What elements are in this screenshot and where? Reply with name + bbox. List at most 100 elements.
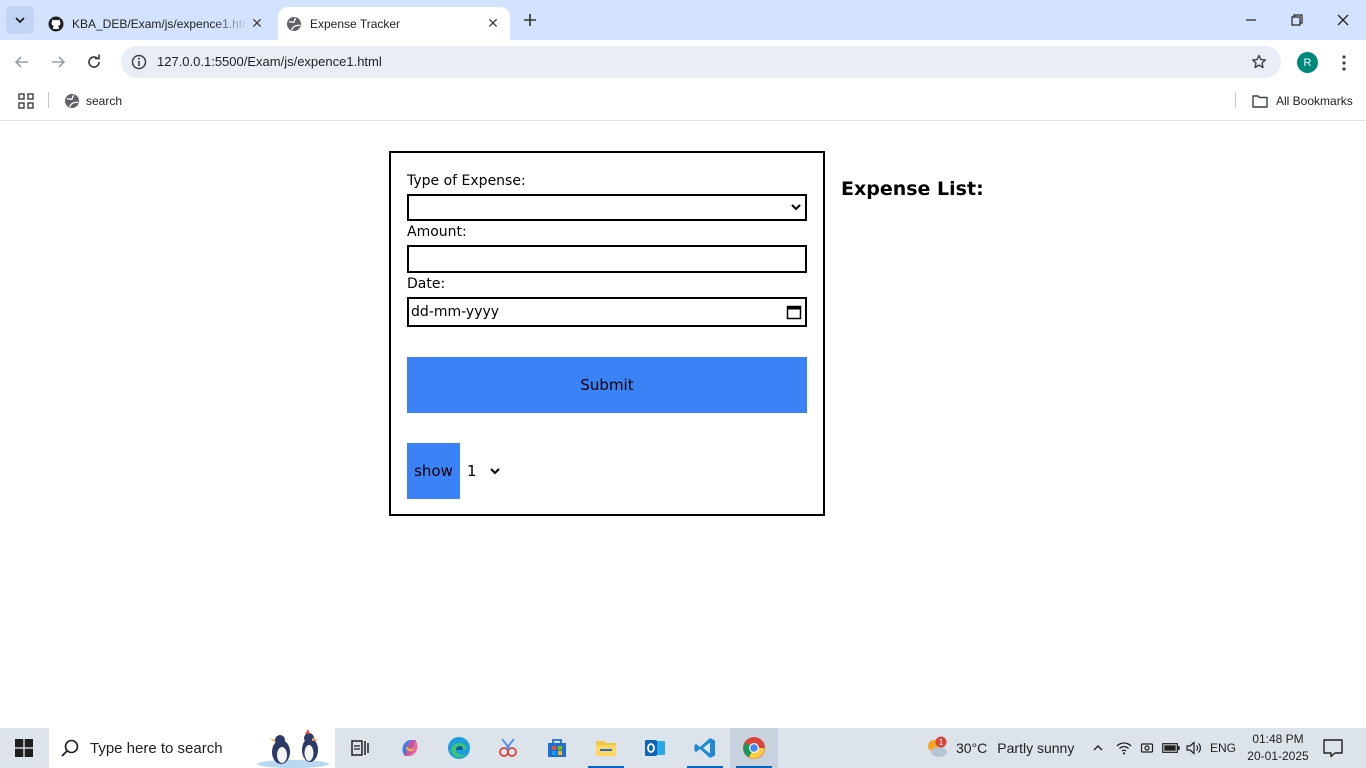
bookmark-star-icon[interactable] [1249, 52, 1269, 72]
date-label: Date: [407, 276, 446, 292]
task-view-button[interactable] [336, 728, 384, 768]
arrow-left-icon [14, 56, 28, 68]
weather-widget[interactable]: 1 30°C Partly sunny [924, 728, 1074, 768]
vscode-icon [694, 738, 715, 758]
site-info-icon[interactable] [127, 50, 151, 74]
all-bookmarks-label: All Bookmarks [1276, 94, 1353, 108]
minimize-button[interactable] [1228, 0, 1274, 40]
penguins-illustration-icon [257, 729, 329, 768]
clock-date: 20-01-2025 [1247, 749, 1309, 763]
snipping-tool-icon [499, 738, 517, 757]
start-button[interactable] [0, 728, 48, 768]
date-input[interactable]: dd-mm-yyyy [407, 297, 807, 327]
close-icon[interactable]: ✕ [484, 15, 502, 33]
page-content: Type of Expense: Amount: Date: dd-mm-yyy… [0, 122, 1366, 728]
tab-strip: KBA_DEB/Exam/js/expence1.html ✕ Expense … [0, 0, 1366, 40]
submit-button[interactable]: Submit [407, 357, 807, 413]
date-placeholder: dd-mm-yyyy [411, 304, 500, 320]
amount-label: Amount: [407, 224, 467, 240]
clock-time: 01:48 PM [1252, 732, 1304, 746]
window-close-button[interactable] [1320, 0, 1366, 40]
tab-search-button[interactable] [6, 6, 34, 34]
all-bookmarks-button[interactable]: All Bookmarks [1252, 91, 1353, 111]
bookmarks-bar: search All Bookmarks [0, 85, 1366, 121]
task-view-icon [351, 740, 369, 756]
globe-icon [65, 94, 79, 108]
restore-button[interactable] [1274, 0, 1320, 40]
profile-avatar[interactable]: R [1297, 52, 1318, 73]
tab-title: KBA_DEB/Exam/js/expence1.html [72, 16, 248, 31]
apps-grid-icon[interactable] [17, 92, 35, 110]
vscode-button[interactable] [681, 728, 729, 768]
weather-condition: Partly sunny [997, 740, 1075, 756]
search-icon [61, 739, 79, 757]
count-value: 1 [467, 462, 477, 480]
chevron-up-icon [1093, 745, 1103, 751]
microsoft-store-icon [548, 739, 566, 757]
expense-form: Type of Expense: Amount: Date: dd-mm-yyy… [389, 151, 825, 516]
chrome-button[interactable] [730, 728, 778, 768]
copilot-button[interactable] [386, 728, 434, 768]
battery-icon [1162, 743, 1180, 753]
meet-now-icon [1140, 743, 1154, 753]
microsoft-store-button[interactable] [533, 728, 581, 768]
menu-button[interactable] [1333, 50, 1355, 76]
calendar-icon[interactable] [786, 304, 802, 320]
type-of-expense-label: Type of Expense: [407, 173, 526, 189]
bookmark-label: search [86, 94, 123, 108]
edge-button[interactable] [435, 728, 483, 768]
copilot-icon [402, 740, 418, 756]
back-button[interactable] [8, 48, 36, 76]
windows-taskbar: Type here to search 1 30°C Partly sunny … [0, 728, 1366, 768]
meet-now-button[interactable] [1137, 728, 1157, 768]
file-explorer-button[interactable] [582, 728, 630, 768]
show-button[interactable]: show [407, 443, 460, 499]
clock[interactable]: 01:48 PM 20-01-2025 [1240, 731, 1316, 765]
bookmark-divider [48, 92, 49, 108]
tab-title: Expense Tracker [310, 16, 401, 31]
address-bar[interactable]: 127.0.0.1:5500/Exam/js/expence1.html [121, 46, 1281, 78]
notifications-icon[interactable] [1322, 737, 1344, 759]
weather-temperature: 30°C [956, 740, 988, 756]
reload-button[interactable] [80, 48, 108, 76]
plus-icon [524, 14, 536, 26]
close-icon[interactable]: ✕ [248, 15, 266, 33]
chevron-down-icon [15, 17, 25, 24]
restore-icon [1291, 14, 1303, 26]
snipping-tool-button[interactable] [484, 728, 532, 768]
minimize-icon [1246, 19, 1256, 21]
browser-toolbar: 127.0.0.1:5500/Exam/js/expence1.html R [0, 40, 1366, 85]
globe-icon [286, 16, 302, 32]
chrome-icon [743, 737, 765, 759]
close-icon [1337, 14, 1349, 26]
battery-button[interactable] [1160, 728, 1182, 768]
wifi-icon [1116, 742, 1132, 755]
language-indicator[interactable]: ENG [1208, 728, 1238, 768]
more-vert-icon [1342, 55, 1346, 71]
show-hidden-icons-button[interactable] [1088, 728, 1108, 768]
file-explorer-icon [596, 741, 616, 756]
speaker-icon [1186, 741, 1201, 755]
url-text[interactable]: 127.0.0.1:5500/Exam/js/expence1.html [157, 54, 382, 69]
folder-icon [1252, 95, 1268, 108]
outlook-icon [645, 740, 665, 756]
chevron-down-icon [489, 468, 500, 475]
amount-input[interactable] [407, 245, 807, 273]
windows-logo-icon [15, 739, 33, 757]
tab-expense-tracker[interactable]: Expense Tracker ✕ [278, 7, 510, 40]
outlook-button[interactable] [631, 728, 679, 768]
new-tab-button[interactable] [519, 9, 541, 31]
expense-type-select[interactable] [407, 194, 807, 221]
network-button[interactable] [1114, 728, 1134, 768]
bookmark-search[interactable]: search [64, 91, 122, 111]
forward-button[interactable] [44, 48, 72, 76]
bookmark-divider [1235, 92, 1236, 108]
weather-badge: 1 [938, 738, 943, 747]
tab-github[interactable]: KBA_DEB/Exam/js/expence1.html ✕ [40, 7, 274, 40]
taskbar-search-box[interactable]: Type here to search [49, 728, 335, 768]
volume-button[interactable] [1184, 728, 1204, 768]
count-select[interactable]: 1 [467, 460, 501, 482]
arrow-right-icon [52, 56, 66, 68]
partly-sunny-icon: 1 [924, 735, 950, 761]
taskbar-search-placeholder: Type here to search [90, 739, 223, 757]
